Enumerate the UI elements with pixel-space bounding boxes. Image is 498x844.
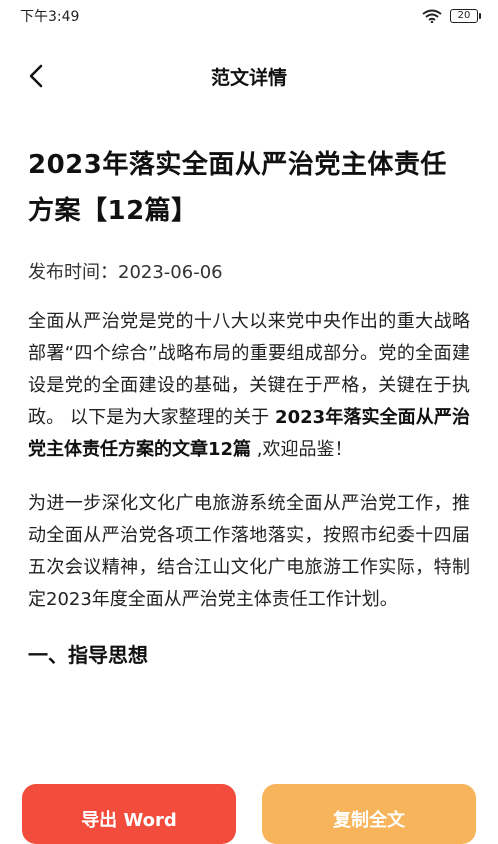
export-word-button[interactable]: 导出 Word xyxy=(22,784,236,844)
intro-paragraph: 全面从严治党是党的十八大以来党中央作出的重大战略部署“四个综合”战略布局的重要组… xyxy=(28,306,470,466)
publish-label: 发布时间： xyxy=(28,262,118,283)
article-title: 2023年落实全面从严治党主体责任方案【12篇】 xyxy=(28,150,447,226)
chevron-left-icon xyxy=(29,64,43,88)
status-time: 下午3:49 xyxy=(20,9,80,25)
body-paragraph: 为进一步深化文化广电旅游系统全面从严治党工作，推动全面从严治党各项工作落地落实，… xyxy=(28,493,470,610)
nav-bar: 范文详情 xyxy=(0,48,498,104)
status-icons: 20 xyxy=(422,9,481,23)
battery-level: 20 xyxy=(457,10,471,21)
status-bar: 下午3:49 20 xyxy=(0,0,498,32)
publish-date: 2023-06-06 xyxy=(118,262,223,283)
back-button[interactable] xyxy=(18,58,54,94)
wifi-icon xyxy=(422,9,442,23)
page-title: 范文详情 xyxy=(210,66,287,89)
intro-tail-text: ,欢迎品鉴！ xyxy=(251,439,353,460)
publish-info: 发布时间：2023-06-06 xyxy=(28,258,470,288)
section-heading: 一、指导思想 xyxy=(28,643,148,667)
copy-all-button[interactable]: 复制全文 xyxy=(262,784,476,844)
article-content: 2023年落实全面从严治党主体责任方案【12篇】 发布时间：2023-06-06… xyxy=(28,142,470,670)
battery-icon: 20 xyxy=(450,9,481,23)
